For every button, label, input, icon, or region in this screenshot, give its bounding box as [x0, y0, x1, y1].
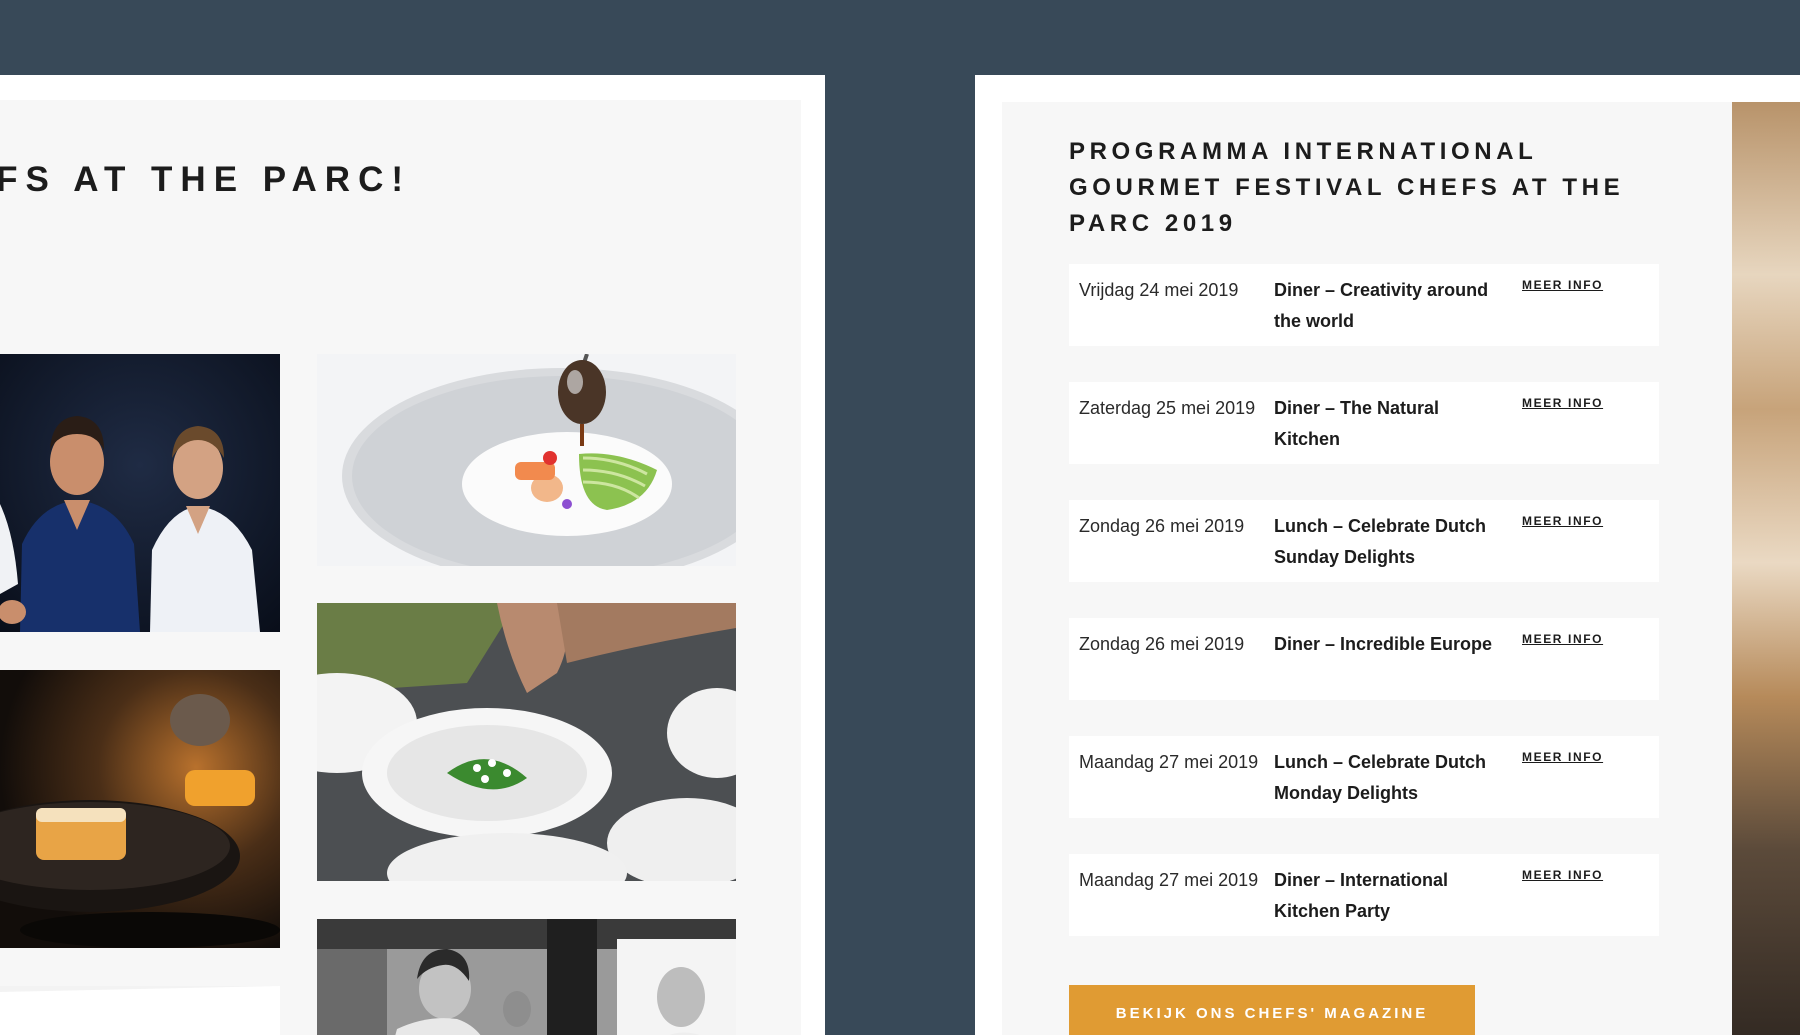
- event-date: Vrijdag 24 mei 2019: [1079, 280, 1239, 300]
- plated-dish-photo: [317, 354, 736, 566]
- plating-hand-photo: [317, 603, 736, 881]
- event-date: Zondag 26 mei 2019: [1079, 634, 1245, 654]
- background-food-photo: [1732, 102, 1800, 1035]
- meer-info-link[interactable]: MEER INFO: [1522, 514, 1603, 528]
- event-date: Zaterdag 25 mei 2019: [1079, 398, 1256, 418]
- meer-info-link[interactable]: MEER INFO: [1522, 396, 1603, 410]
- left-page-screenshot: EFS AT THE PARC!: [0, 75, 825, 1035]
- event-date: Maandag 27 mei 2019: [1079, 752, 1259, 772]
- event-date: Zondag 26 mei 2019: [1079, 516, 1245, 536]
- event-row: Zaterdag 25 mei 2019 Diner – The Natural…: [1069, 382, 1659, 464]
- program-title: PROGRAMMA INTERNATIONAL GOURMET FESTIVAL…: [1069, 138, 1625, 237]
- event-row: Zondag 26 mei 2019 Diner – Incredible Eu…: [1069, 618, 1659, 700]
- kitchen-team-photo: [317, 919, 736, 1035]
- chefs-portrait-photo: [0, 354, 280, 632]
- chefs-magazine-button[interactable]: BEKIJK ONS CHEFS' MAGAZINE: [1069, 985, 1475, 1035]
- meer-info-link[interactable]: MEER INFO: [1522, 868, 1603, 882]
- terrace-photo: [0, 986, 280, 1035]
- event-title: Lunch – Celebrate Dutch Monday Delights: [1274, 752, 1487, 803]
- event-row: Vrijdag 24 mei 2019 Diner – Creativity a…: [1069, 264, 1659, 346]
- meer-info-link[interactable]: MEER INFO: [1522, 278, 1603, 292]
- event-date: Maandag 27 mei 2019: [1079, 870, 1259, 890]
- program-panel: PROGRAMMA INTERNATIONAL GOURMET FESTIVAL…: [1002, 102, 1732, 1035]
- event-title: Diner – Incredible Europe: [1274, 634, 1493, 654]
- event-title: Lunch – Celebrate Dutch Sunday Delights: [1274, 516, 1487, 567]
- meer-info-link[interactable]: MEER INFO: [1522, 750, 1603, 764]
- event-title: Diner – International Kitchen Party: [1274, 870, 1449, 921]
- left-content-panel: EFS AT THE PARC!: [0, 100, 801, 1035]
- right-page-screenshot: PROGRAMMA INTERNATIONAL GOURMET FESTIVAL…: [975, 75, 1800, 1035]
- event-row: Maandag 27 mei 2019 Diner – Internationa…: [1069, 854, 1659, 936]
- kitchen-fire-photo: [0, 670, 280, 948]
- event-title: Diner – Creativity around the world: [1274, 280, 1489, 331]
- meer-info-link[interactable]: MEER INFO: [1522, 632, 1603, 646]
- event-row: Zondag 26 mei 2019 Lunch – Celebrate Dut…: [1069, 500, 1659, 582]
- event-title: Diner – The Natural Kitchen: [1274, 398, 1440, 449]
- event-row: Maandag 27 mei 2019 Lunch – Celebrate Du…: [1069, 736, 1659, 818]
- chefs-page-title: EFS AT THE PARC!: [0, 160, 411, 199]
